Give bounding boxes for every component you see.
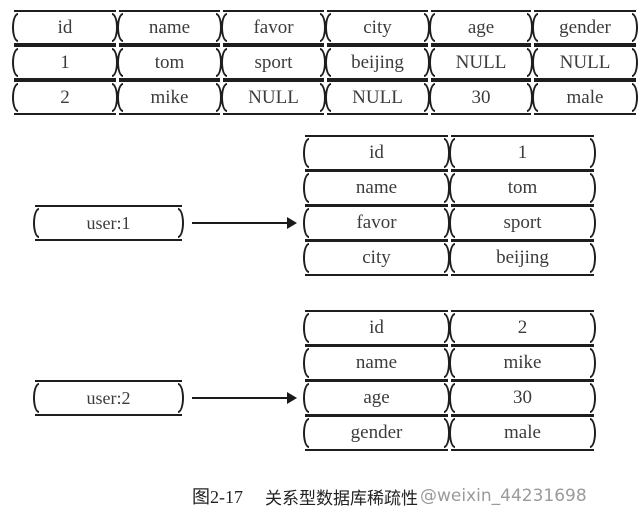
table-header-cell: age (429, 10, 533, 45)
figure-number: 图2-17 (192, 487, 243, 507)
table-cell: NULL (429, 45, 533, 80)
table-cell: 30 (429, 80, 533, 115)
table-cell: NULL (325, 80, 430, 115)
table-cell: male (532, 80, 638, 115)
hash-value-cell: sport (449, 205, 596, 241)
hash-field-cell: name (303, 170, 450, 206)
table-cell: sport (221, 45, 326, 80)
hash-value-cell: 2 (449, 310, 596, 346)
table-cell: beijing (325, 45, 430, 80)
table-cell: NULL (221, 80, 326, 115)
arrowhead-icon (287, 392, 297, 404)
table-cell: 1 (12, 45, 118, 80)
hash-value-cell: beijing (449, 240, 596, 276)
hash-field-cell: id (303, 310, 450, 346)
table-cell: NULL (532, 45, 638, 80)
figure-caption: 图2-17 关系型数据库稀疏性 @weixin_44231698 (192, 482, 642, 510)
hash-field-cell: id (303, 135, 450, 171)
table-header-cell: city (325, 10, 430, 45)
table-cell: 2 (12, 80, 118, 115)
hash-value-cell: 1 (449, 135, 596, 171)
hash-value-cell: 30 (449, 380, 596, 416)
hash-field-cell: name (303, 345, 450, 381)
hash-field-cell: favor (303, 205, 450, 241)
table-header-cell: favor (221, 10, 326, 45)
hash-key-box: user:2 (33, 380, 184, 416)
figure-title: 关系型数据库稀疏性 (265, 488, 418, 509)
arrow-icon (192, 217, 297, 229)
hash-field-cell: city (303, 240, 450, 276)
arrow-icon (192, 392, 297, 404)
table-cell: mike (117, 80, 222, 115)
table-cell: tom (117, 45, 222, 80)
hash-field-cell: age (303, 380, 450, 416)
arrowhead-icon (287, 217, 297, 229)
table-header-cell: id (12, 10, 118, 45)
table-header-cell: name (117, 10, 222, 45)
watermark: @weixin_44231698 (420, 486, 587, 506)
hash-key-box: user:1 (33, 205, 184, 241)
hash-value-cell: tom (449, 170, 596, 206)
table-header-cell: gender (532, 10, 638, 45)
hash-field-cell: gender (303, 415, 450, 451)
hash-value-cell: mike (449, 345, 596, 381)
hash-value-cell: male (449, 415, 596, 451)
